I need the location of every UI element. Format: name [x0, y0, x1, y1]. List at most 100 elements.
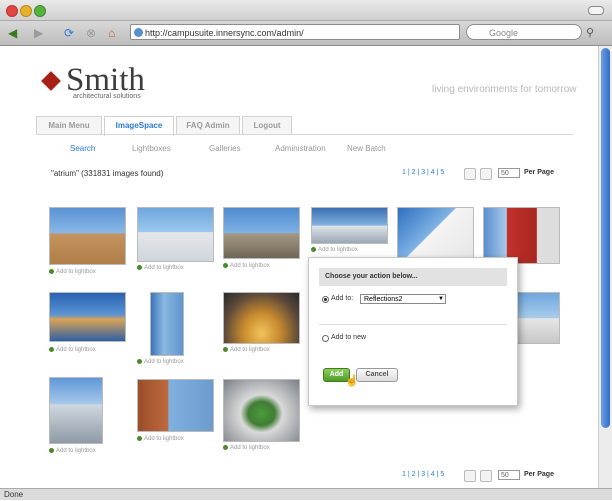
add-to-existing-radio[interactable] — [322, 296, 329, 303]
select-arrow-icon: ▼ — [438, 296, 444, 302]
pager-bottom: 1 | 2 | 3 | 4 | 5 50 Per Page — [402, 470, 562, 482]
browser-search-field[interactable]: Google — [466, 24, 582, 40]
page-links[interactable]: 1 | 2 | 3 | 4 | 5 — [402, 169, 444, 176]
add-to-lightbox-link[interactable]: Add to lightbox — [137, 436, 184, 442]
subnav-search[interactable]: Search — [70, 144, 95, 153]
add-to-new-radio[interactable] — [322, 335, 329, 342]
page-scrollbar[interactable] — [598, 46, 612, 488]
image-thumbnail[interactable] — [49, 292, 126, 342]
image-thumbnail[interactable] — [223, 379, 300, 442]
lightbox-link-text: Add to lightbox — [230, 445, 270, 452]
forward-arrow-icon[interactable]: ▶ — [34, 25, 43, 41]
add-to-lightbox-link[interactable]: Add to lightbox — [223, 263, 270, 269]
back-arrow-icon[interactable]: ◀ — [8, 25, 17, 41]
add-icon — [137, 436, 142, 441]
zoom-window-icon[interactable] — [34, 5, 46, 17]
lightbox-link-text: Add to lightbox — [230, 263, 270, 270]
next-page-button[interactable] — [480, 168, 492, 180]
subnav-new-batch[interactable]: New Batch — [347, 144, 386, 153]
add-to-lightbox-link[interactable]: Add to lightbox — [223, 347, 270, 353]
dialog-title: Choose your action below... — [319, 268, 507, 286]
add-icon — [49, 269, 54, 274]
image-thumbnail[interactable] — [517, 292, 560, 344]
add-icon — [137, 265, 142, 270]
add-icon — [223, 445, 228, 450]
close-window-icon[interactable] — [6, 5, 18, 17]
per-page-select[interactable]: 50 — [498, 470, 520, 480]
pager-top: 1 | 2 | 3 | 4 | 5 50 Per Page — [402, 168, 562, 180]
lightbox-select[interactable]: Reflections2 ▼ — [360, 294, 446, 304]
browser-toolbar: ◀ ▶ ⟳ ⊗ ⌂ http://campusuite.innersync.co… — [0, 21, 612, 46]
lightbox-link-text: Add to lightbox — [144, 265, 184, 272]
lightbox-select-value: Reflections2 — [364, 296, 403, 303]
logo-subtitle: architectural solutions — [73, 93, 141, 100]
add-icon — [137, 359, 142, 364]
toolbar-toggle-icon[interactable] — [588, 6, 604, 15]
add-to-lightbox-link[interactable]: Add to lightbox — [137, 265, 184, 271]
add-to-lightbox-link[interactable]: Add to lightbox — [137, 359, 184, 365]
add-to-lightbox-link[interactable]: Add to lightbox — [49, 448, 96, 454]
image-thumbnail[interactable] — [223, 292, 300, 344]
tab-divider — [36, 134, 574, 135]
lightbox-link-text: Add to lightbox — [56, 269, 96, 276]
image-thumbnail[interactable] — [150, 292, 184, 356]
site-tagline: living environments for tomorrow — [432, 84, 577, 95]
site-globe-icon — [134, 28, 143, 37]
add-icon — [223, 347, 228, 352]
address-url: http://campusuite.innersync.com/admin/ — [145, 28, 304, 38]
home-icon[interactable]: ⌂ — [108, 25, 115, 41]
image-thumbnail[interactable] — [397, 207, 474, 261]
per-page-label: Per Page — [524, 169, 554, 176]
add-to-label: Add to: — [331, 295, 354, 302]
add-to-new-label: Add to new — [331, 334, 367, 341]
lightbox-link-text: Add to lightbox — [230, 347, 270, 354]
subnav-lightboxes[interactable]: Lightboxes — [132, 144, 171, 153]
per-page-select[interactable]: 50 — [498, 168, 520, 178]
add-to-lightbox-link[interactable]: Add to lightbox — [311, 247, 358, 253]
dialog-divider — [319, 324, 507, 325]
scrollbar-thumb[interactable] — [601, 48, 610, 428]
window-titlebar — [0, 0, 612, 21]
hand-cursor-icon: ☝ — [345, 375, 359, 387]
tab-logout[interactable]: Logout — [242, 116, 292, 135]
lightbox-link-text: Add to lightbox — [56, 448, 96, 455]
image-thumbnail[interactable] — [137, 207, 214, 262]
tab-faq-admin[interactable]: FAQ Admin — [176, 116, 240, 135]
add-icon — [311, 247, 316, 252]
subnav-administration[interactable]: Administration — [275, 144, 326, 153]
search-magnifier-icon[interactable]: ⚲ — [586, 25, 594, 41]
lightbox-link-text: Add to lightbox — [56, 347, 96, 354]
add-to-lightbox-link[interactable]: Add to lightbox — [223, 445, 270, 451]
address-bar[interactable]: http://campusuite.innersync.com/admin/ — [130, 24, 460, 40]
add-to-lightbox-link[interactable]: Add to lightbox — [49, 347, 96, 353]
per-page-label: Per Page — [524, 471, 554, 478]
image-thumbnail[interactable] — [223, 207, 300, 259]
prev-page-button[interactable] — [464, 470, 476, 482]
image-thumbnail[interactable] — [483, 207, 560, 264]
tab-imagespace[interactable]: ImageSpace — [104, 116, 174, 136]
add-to-lightbox-link[interactable]: Add to lightbox — [49, 269, 96, 275]
stop-icon[interactable]: ⊗ — [86, 25, 96, 41]
add-icon — [49, 347, 54, 352]
image-thumbnail[interactable] — [49, 207, 126, 265]
subnav-galleries[interactable]: Galleries — [209, 144, 241, 153]
reload-icon[interactable]: ⟳ — [64, 25, 74, 41]
status-text: Done — [4, 490, 24, 499]
image-thumbnail[interactable] — [311, 207, 388, 244]
search-placeholder: Google — [489, 28, 519, 38]
status-bar: Done — [0, 488, 612, 500]
add-icon — [223, 263, 228, 268]
prev-page-button[interactable] — [464, 168, 476, 180]
cancel-button[interactable]: Cancel — [356, 368, 398, 382]
lightbox-link-text: Add to lightbox — [318, 247, 358, 254]
image-thumbnail[interactable] — [49, 377, 103, 444]
image-thumbnail[interactable] — [137, 379, 214, 432]
lightbox-link-text: Add to lightbox — [144, 436, 184, 443]
next-page-button[interactable] — [480, 470, 492, 482]
add-to-lightbox-dialog: Choose your action below... Add to: Refl… — [308, 257, 518, 406]
add-icon — [49, 448, 54, 453]
page-links[interactable]: 1 | 2 | 3 | 4 | 5 — [402, 471, 444, 478]
tab-main-menu[interactable]: Main Menu — [36, 116, 102, 135]
minimize-window-icon[interactable] — [20, 5, 32, 17]
lightbox-link-text: Add to lightbox — [144, 359, 184, 366]
